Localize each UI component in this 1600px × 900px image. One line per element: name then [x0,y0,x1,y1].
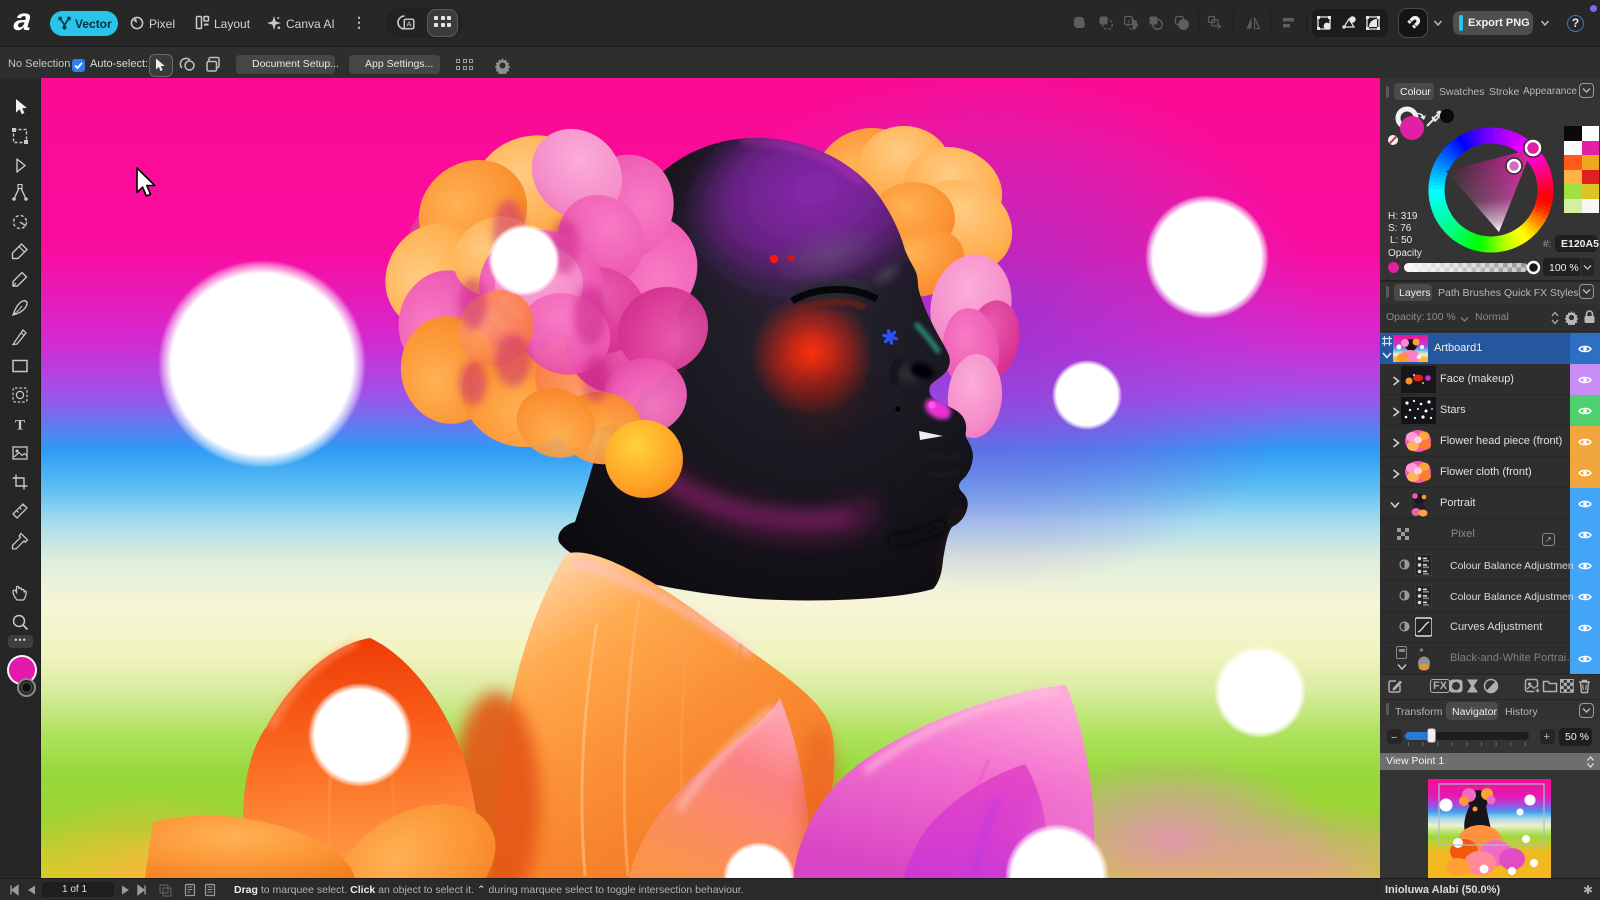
svg-text:T: T [15,418,25,434]
svg-text:A: A [406,20,411,29]
